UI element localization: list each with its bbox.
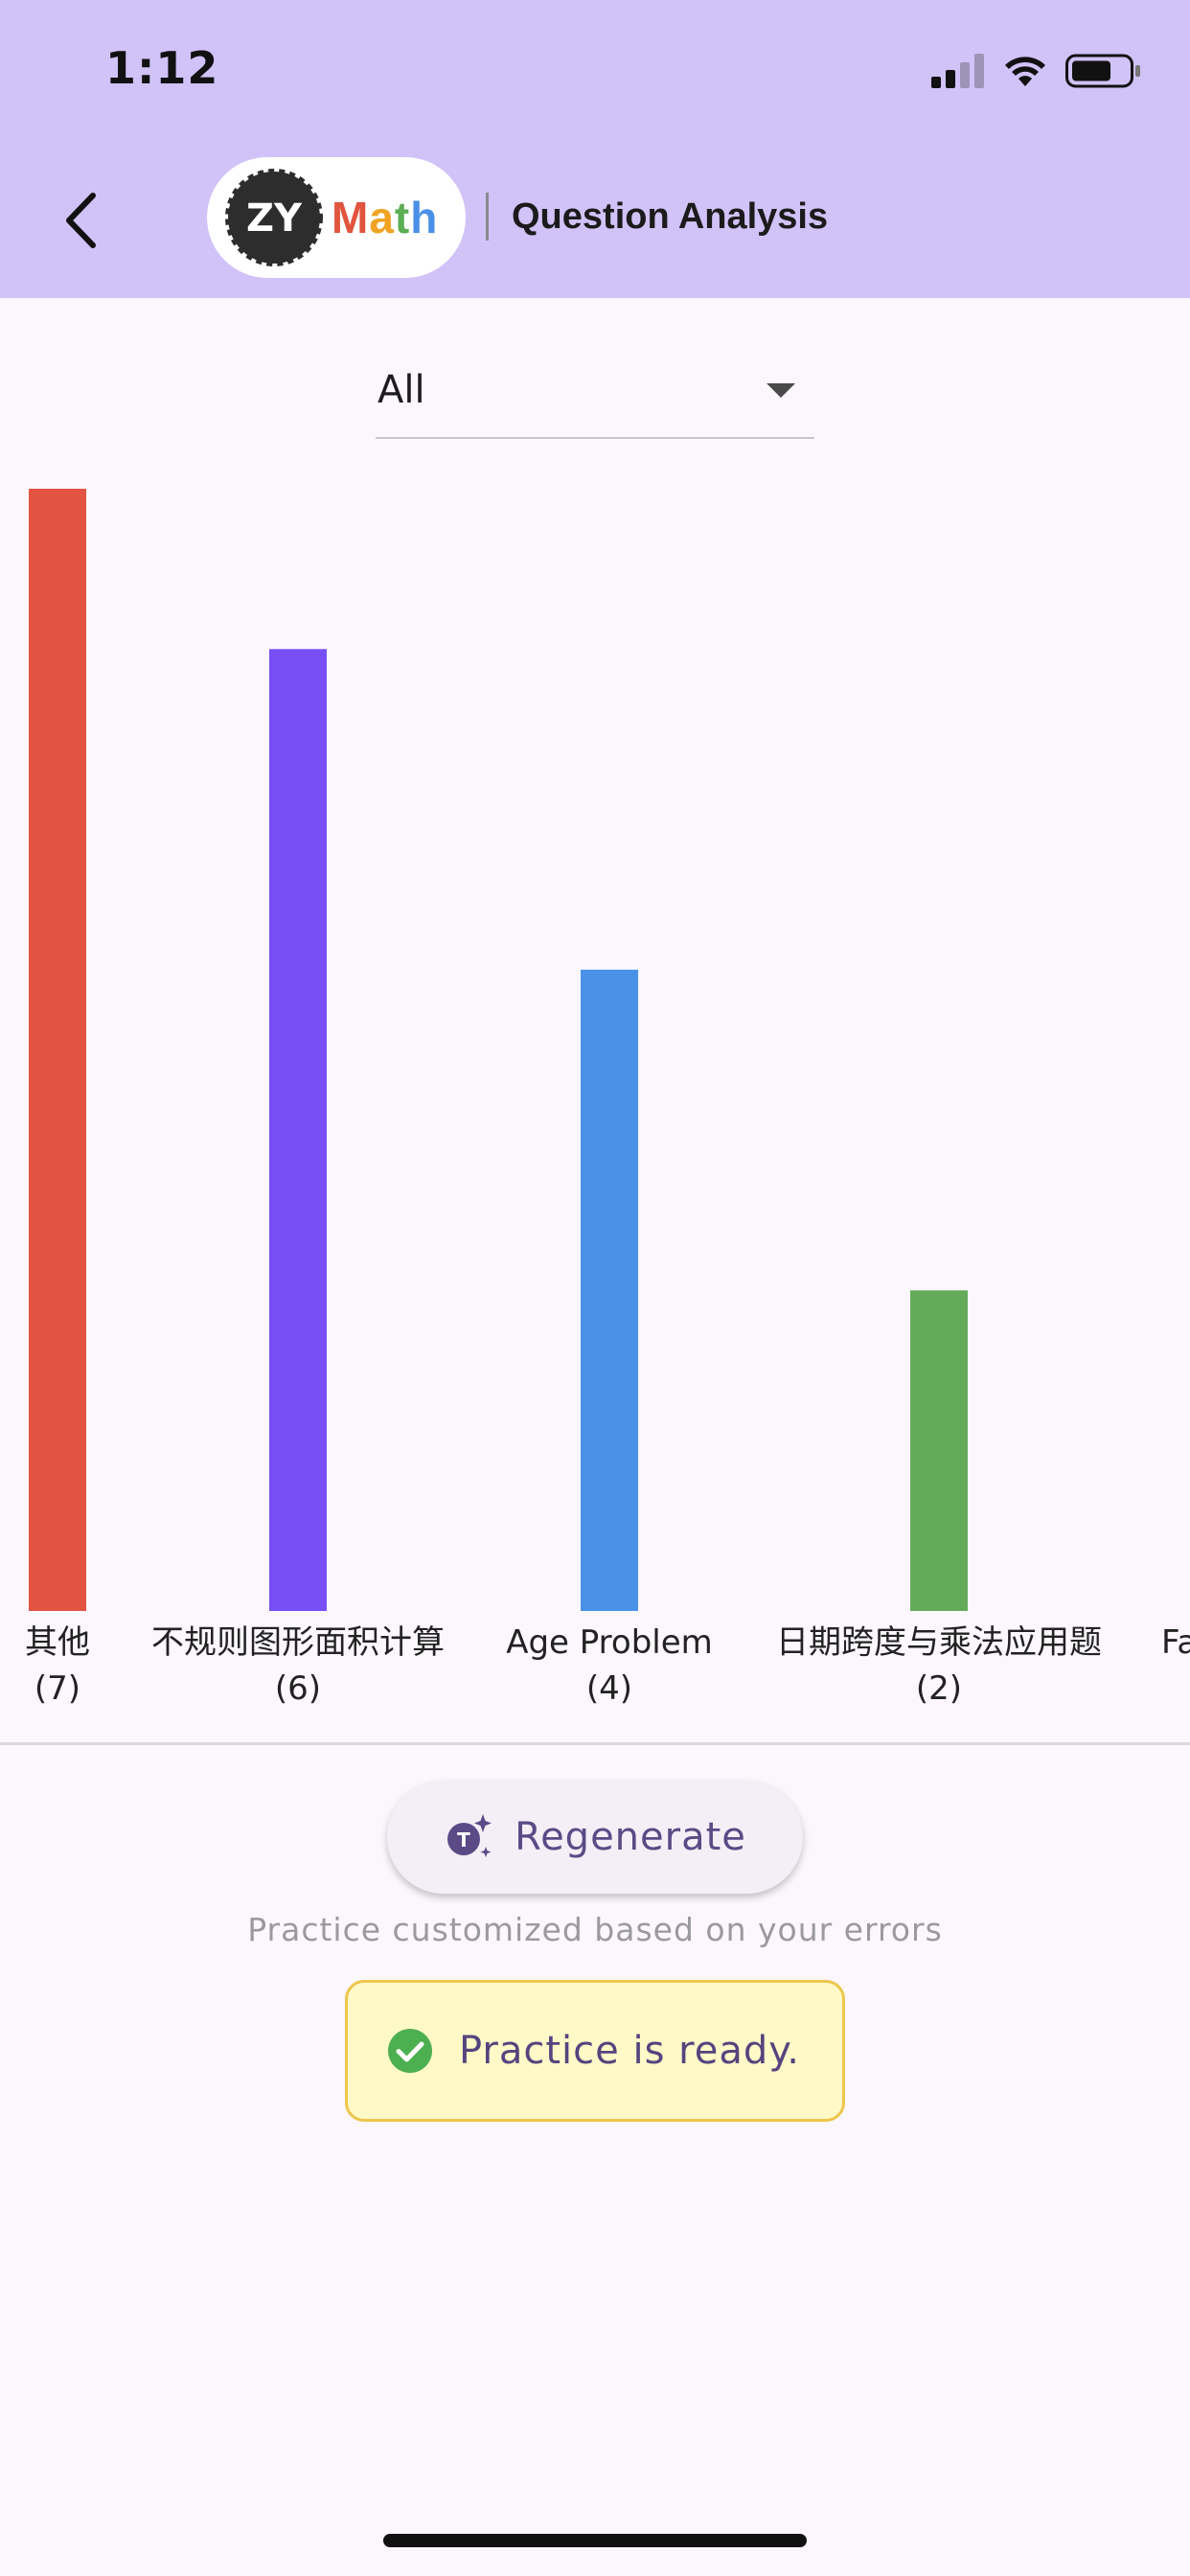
app-logo: ZY Math: [207, 157, 466, 278]
zy-badge: ZY: [225, 169, 323, 266]
logo-text: Math: [332, 192, 438, 243]
battery-icon: [1065, 54, 1140, 88]
wifi-icon: [1005, 57, 1045, 86]
chart-bar[interactable]: [269, 649, 327, 1611]
logo-letter: a: [369, 193, 395, 242]
category-name: Fa: [1161, 1623, 1190, 1662]
logo-badge-text: ZY: [246, 196, 303, 241]
error-bar-chart: 其他 (7) 不规则图形面积计算 (6) Age Problem (4) 日期跨度与乘法应用…: [0, 460, 1190, 1744]
app-bar: ZY Math Question Analysis: [0, 144, 1190, 298]
chart-bar[interactable]: [581, 969, 638, 1611]
chart-bar[interactable]: [910, 1290, 968, 1611]
page-title: Question Analysis: [512, 196, 829, 237]
home-indicator: [383, 2534, 807, 2547]
question-analysis-screen: 1:12 ZY Math Question Analysis All 其他 (7…: [0, 0, 1190, 2576]
regenerate-button[interactable]: T Regenerate: [387, 1781, 803, 1894]
filter-selected-value: All: [378, 368, 425, 412]
check-circle-icon: [388, 2029, 432, 2073]
practice-ready-banner[interactable]: Practice is ready.: [345, 1980, 845, 2122]
cellular-signal-icon: [931, 54, 984, 88]
status-icons: [931, 50, 1142, 88]
practice-ready-label: Practice is ready.: [459, 2029, 800, 2073]
bar-chart-svg: [29, 489, 968, 1611]
category-name: 日期跨度与乘法应用题: [776, 1623, 1102, 1662]
chart-divider: [0, 1742, 1190, 1745]
status-bar: 1:12: [0, 0, 1190, 144]
practice-hint: Practice customized based on your errors: [247, 1911, 943, 1948]
svg-text:T: T: [457, 1828, 470, 1852]
sparkle-t-icon: T: [447, 1814, 492, 1857]
category-count: (2): [915, 1669, 963, 1708]
chart-category-label: 日期跨度与乘法应用题 (2): [709, 1620, 1169, 1712]
dropdown-arrow-icon: [767, 383, 795, 398]
back-button[interactable]: [50, 180, 111, 261]
logo-letter: M: [332, 193, 370, 242]
chevron-left-icon: [66, 193, 96, 248]
regenerate-label: Regenerate: [515, 1815, 746, 1859]
logo-letter: h: [410, 193, 439, 242]
logo-letter: t: [394, 193, 411, 242]
chart-bar[interactable]: [29, 489, 86, 1611]
chart-category-label: Fa: [1161, 1620, 1190, 1666]
status-time: 1:12: [105, 42, 219, 94]
category-filter-dropdown[interactable]: All: [376, 355, 814, 439]
title-divider: [486, 193, 489, 241]
